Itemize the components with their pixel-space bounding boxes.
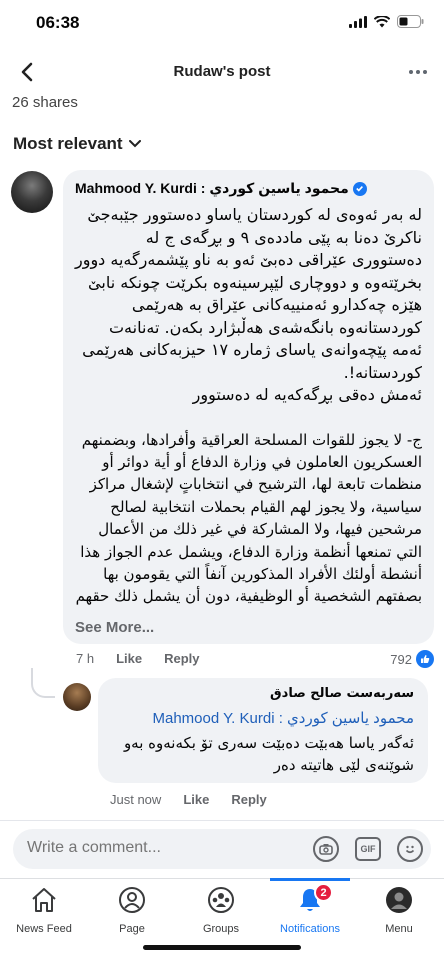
comment-bubble: Mahmood Y. Kurdi : محمود ياسين كوردي له … bbox=[63, 170, 434, 644]
composer-icons: GIF bbox=[313, 836, 423, 862]
comment-composer: GIF bbox=[13, 829, 431, 869]
tab-notifications[interactable]: 2 Notifications bbox=[266, 883, 354, 939]
tab-news-feed[interactable]: News Feed bbox=[0, 883, 88, 939]
comment-time: 7 h bbox=[76, 651, 95, 666]
comment-paragraph: له بەر ئەوەی لە کوردستان یاساو دەستوور ج… bbox=[75, 205, 422, 382]
shares-count[interactable]: 26 shares bbox=[12, 94, 78, 111]
reply-author[interactable]: سەربەست صالح صادق bbox=[270, 686, 414, 701]
page-title: Rudaw's post bbox=[173, 63, 271, 80]
tab-label: Notifications bbox=[280, 923, 340, 935]
tab-label: News Feed bbox=[16, 923, 72, 935]
status-bar: 06:38 bbox=[0, 0, 444, 46]
avatar[interactable] bbox=[11, 171, 53, 213]
camera-icon[interactable] bbox=[313, 836, 339, 862]
reply-text: ئەگەر یاسا هەبێت دەبێت سەری تۆ بکەنەوە ب… bbox=[123, 734, 414, 774]
like-button[interactable]: Like bbox=[116, 651, 142, 666]
reply-actions: Just now Like Reply bbox=[110, 792, 267, 807]
battery-icon bbox=[397, 15, 424, 28]
comment-paragraph: ج- لا يجوز للقوات المسلحة العراقية وأفرا… bbox=[75, 430, 422, 606]
reply-mention[interactable]: Mahmood Y. Kurdi : محمود ياسين كوردي bbox=[153, 709, 415, 727]
thread-connector bbox=[31, 668, 55, 698]
tab-label: Page bbox=[119, 923, 145, 935]
top-header: Rudaw's post bbox=[0, 50, 444, 94]
tab-menu[interactable]: Menu bbox=[355, 883, 443, 939]
notification-badge: 2 bbox=[314, 883, 333, 902]
reaction-count-value: 792 bbox=[390, 651, 412, 667]
reply-button[interactable]: Reply bbox=[164, 651, 199, 666]
groups-icon bbox=[208, 887, 234, 913]
tab-groups[interactable]: Groups bbox=[177, 883, 265, 939]
see-more-link[interactable]: See More... bbox=[75, 619, 159, 636]
reply-reply-button[interactable]: Reply bbox=[231, 792, 266, 807]
reaction-count[interactable]: 792 bbox=[390, 650, 434, 668]
sort-label: Most relevant bbox=[13, 134, 123, 153]
comment-text: له بەر ئەوەی لە کوردستان یاساو دەستوور ج… bbox=[74, 204, 422, 608]
comment-author-name[interactable]: Mahmood Y. Kurdi : محمود ياسين كوردي bbox=[75, 180, 349, 197]
tab-label: Menu bbox=[385, 923, 413, 935]
home-indicator bbox=[143, 945, 301, 950]
reply-bubble: سەربەست صالح صادق Mahmood Y. Kurdi : محم… bbox=[98, 678, 428, 783]
reply-time: Just now bbox=[110, 792, 162, 807]
page-icon bbox=[119, 887, 145, 913]
emoji-icon[interactable] bbox=[397, 836, 423, 862]
thumbs-up-icon bbox=[416, 650, 434, 668]
sort-dropdown[interactable]: Most relevant bbox=[13, 134, 141, 154]
reply-like-button[interactable]: Like bbox=[183, 792, 209, 807]
comment-input[interactable] bbox=[27, 839, 277, 857]
more-options-icon[interactable] bbox=[406, 62, 430, 82]
reply-avatar[interactable] bbox=[63, 683, 91, 711]
signal-icon bbox=[349, 15, 367, 28]
comment-paragraph: ئەمش دەقی بڕگەکەیە لە دەستوور bbox=[192, 385, 422, 404]
wifi-icon bbox=[374, 15, 390, 27]
tab-page[interactable]: Page bbox=[88, 883, 176, 939]
status-icons bbox=[349, 15, 424, 28]
menu-avatar-icon bbox=[386, 887, 412, 913]
divider bbox=[0, 820, 444, 821]
chevron-down-icon bbox=[128, 140, 141, 148]
home-icon bbox=[32, 888, 56, 912]
status-time: 06:38 bbox=[36, 13, 80, 32]
tab-label: Groups bbox=[202, 923, 240, 935]
active-tab-indicator bbox=[270, 878, 350, 881]
gif-icon[interactable]: GIF bbox=[355, 837, 381, 861]
comment-actions: 7 h Like Reply bbox=[76, 651, 200, 666]
comment-author[interactable]: Mahmood Y. Kurdi : محمود ياسين كوردي bbox=[75, 180, 367, 197]
verified-badge-icon bbox=[352, 181, 367, 196]
